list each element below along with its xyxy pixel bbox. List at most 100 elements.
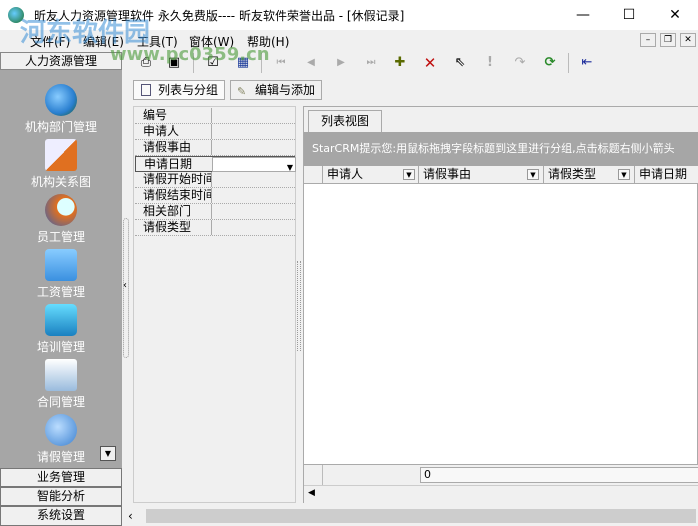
tab-list-group[interactable]: 列表与分组 <box>133 80 226 100</box>
exit-icon[interactable]: ⇤ <box>576 53 598 73</box>
field-name: 请假结束时间 <box>143 188 211 202</box>
column-header-apply-date[interactable]: 申请日期 <box>634 166 698 184</box>
next-icon[interactable]: ▶ <box>330 53 352 73</box>
field-row[interactable]: 请假类型 <box>135 220 295 236</box>
field-row[interactable]: 请假开始时间 <box>135 172 295 188</box>
maximize-button[interactable]: ☐ <box>606 0 652 30</box>
grid-horizontal-scrollbar[interactable]: ◀ <box>304 485 698 503</box>
field-name: 相关部门 <box>143 204 192 218</box>
column-label: 请假类型 <box>548 167 597 181</box>
sidebar-item-label: 培训管理 <box>36 340 85 354</box>
sidebar-item-org-dept[interactable]: 机构部门管理 <box>0 84 122 135</box>
scroll-left-arrow-icon[interactable]: ‹ <box>128 509 133 523</box>
field-name: 请假事由 <box>143 140 192 154</box>
sidebar-item-label: 合同管理 <box>36 395 85 409</box>
column-label: 申请人 <box>327 167 364 181</box>
delete-icon[interactable]: ✕ <box>419 53 441 73</box>
edit-tag-icon: ✎ <box>237 85 247 98</box>
field-value[interactable] <box>211 220 295 235</box>
tab-label: 列表与分组 <box>158 83 219 97</box>
field-name: 申请人 <box>143 124 180 138</box>
sidebar-item-training[interactable]: 培训管理 <box>0 304 122 355</box>
sidebar-item-label: 员工管理 <box>36 230 85 244</box>
sidebar-item-employees[interactable]: 员工管理 <box>0 194 122 245</box>
chevron-down-icon[interactable]: ▼ <box>527 169 539 180</box>
tab-label: 编辑与添加 <box>255 83 316 97</box>
field-name: 请假类型 <box>143 220 192 234</box>
field-row[interactable]: 编号 <box>135 108 295 124</box>
sidebar-item-label: 机构部门管理 <box>24 120 97 134</box>
close-button[interactable]: ✕ <box>652 0 698 30</box>
minimize-button[interactable]: — <box>560 0 606 30</box>
tab-list-view[interactable]: 列表视图 <box>308 110 383 132</box>
scroll-left-arrow-icon[interactable]: ◀ <box>308 488 315 498</box>
column-header-leave-type[interactable]: 请假类型 ▼ <box>543 166 634 184</box>
add-icon[interactable]: ✚ <box>389 53 411 73</box>
sidebar-item-label: 请假管理 <box>36 450 85 464</box>
chevron-down-icon[interactable]: ▼ <box>618 169 630 180</box>
training-icon <box>45 304 77 336</box>
field-value[interactable] <box>211 188 295 203</box>
column-header-row: 申请人 ▼ 请假事由 ▼ 请假类型 ▼ 申请日期 <box>304 166 698 184</box>
mdi-minimize-button[interactable]: – <box>640 33 656 47</box>
mdi-close-button[interactable]: ✕ <box>680 33 696 47</box>
field-row[interactable]: 申请日期 ▼ <box>135 156 296 172</box>
footer-summary-value: 0 <box>420 467 698 483</box>
panel-splitter[interactable] <box>296 106 303 503</box>
splitter-grip[interactable] <box>297 261 301 351</box>
field-list-panel: 编号申请人请假事由申请日期 ▼ 请假开始时间 请假结束时间 相关部门请假类型 <box>133 106 296 503</box>
field-row[interactable]: 请假事由 <box>135 140 295 156</box>
footer-divider <box>322 465 323 485</box>
field-value[interactable] <box>211 204 295 219</box>
sidebar-scroll-down-button[interactable]: ▼ <box>100 446 116 461</box>
grid-panel: 列表视图 StarCRM提示您:用鼠标拖拽字段标题到这里进行分组,点击标题右侧小… <box>303 106 698 503</box>
refresh-icon[interactable]: ⟳ <box>539 53 561 73</box>
redo-icon[interactable]: ↷ <box>509 53 531 73</box>
sidebar-group-business[interactable]: 业务管理 <box>0 468 122 487</box>
horizontal-scrollbar[interactable]: ‹ <box>122 507 698 526</box>
sidebar-header[interactable]: 人力资源管理 <box>0 52 122 70</box>
column-label: 申请日期 <box>639 167 688 181</box>
sidebar-item-label: 工资管理 <box>36 285 85 299</box>
transfer-icon <box>45 249 77 281</box>
sidebar-item-org-chart[interactable]: 机构关系图 <box>0 139 122 190</box>
sidebar-group-analysis[interactable]: 智能分析 <box>0 487 122 506</box>
sidebar-item-salary[interactable]: 工资管理 <box>0 249 122 300</box>
column-label: 请假事由 <box>423 167 472 181</box>
chevron-down-icon[interactable]: ▼ <box>403 169 415 180</box>
collapse-arrow-icon[interactable]: ‹ <box>123 280 127 291</box>
mdi-restore-button[interactable]: ❐ <box>660 33 676 47</box>
field-value[interactable] <box>211 140 295 155</box>
field-value[interactable] <box>211 108 295 123</box>
field-name: 编号 <box>143 108 168 122</box>
field-value[interactable]: ▼ <box>212 157 296 172</box>
post-icon[interactable]: ! <box>479 53 501 73</box>
sidebar-splitter[interactable]: ‹ <box>122 70 132 507</box>
prev-icon[interactable]: ◀ <box>300 53 322 73</box>
user-search-icon <box>45 194 77 226</box>
field-name: 请假开始时间 <box>143 172 211 186</box>
last-icon[interactable]: ⏭ <box>360 53 382 73</box>
field-row[interactable]: 请假结束时间 <box>135 188 295 204</box>
watermark-url: www.pc0359.cn <box>110 44 270 65</box>
column-header-applicant[interactable]: 申请人 ▼ <box>322 166 418 184</box>
first-icon[interactable]: ⏮ <box>270 53 292 73</box>
globe-phone-icon <box>45 84 77 116</box>
column-header-reason[interactable]: 请假事由 ▼ <box>418 166 543 184</box>
tab-edit-add[interactable]: ✎ 编辑与添加 <box>230 80 323 100</box>
sidebar-group-settings[interactable]: 系统设置 <box>0 506 122 526</box>
field-row[interactable]: 相关部门 <box>135 204 295 220</box>
document-user-icon <box>45 139 77 171</box>
field-value[interactable] <box>211 172 295 187</box>
sidebar-item-contracts[interactable]: 合同管理 <box>0 359 122 410</box>
field-row[interactable]: 申请人 <box>135 124 295 140</box>
field-value[interactable] <box>211 124 295 139</box>
grid-tabbar: 列表视图 <box>304 107 698 132</box>
list-icon <box>141 84 151 96</box>
toolbar-separator <box>568 53 569 73</box>
group-by-hint[interactable]: StarCRM提示您:用鼠标拖拽字段标题到这里进行分组,点击标题右侧小箭头 <box>304 132 698 166</box>
select-icon[interactable]: ⇖ <box>449 53 471 73</box>
grid-footer: 0 <box>304 464 698 485</box>
scrollbar-thumb[interactable] <box>146 509 696 523</box>
ie-icon <box>45 414 77 446</box>
